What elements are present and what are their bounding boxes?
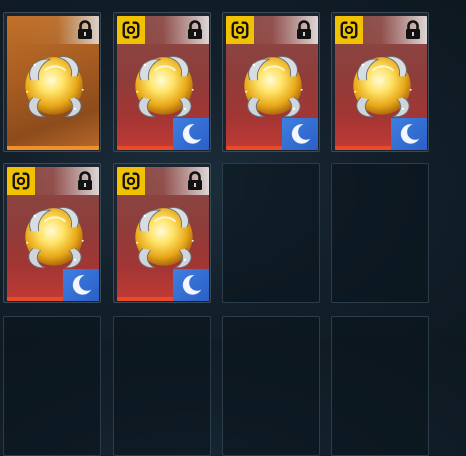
inventory-slot-item[interactable] (331, 12, 429, 152)
golden-orb-icon (15, 193, 93, 279)
golden-orb-icon (234, 42, 312, 128)
item-card[interactable] (226, 16, 318, 150)
crescent-moon-icon (63, 269, 99, 301)
rarity-token-icon (117, 16, 145, 44)
lock-icon[interactable] (402, 19, 424, 41)
crescent-moon-icon (391, 118, 427, 150)
inventory-slot-empty[interactable] (222, 316, 320, 456)
inventory-slot-item[interactable] (113, 163, 211, 303)
crescent-moon-icon (173, 269, 209, 301)
inventory-slot-empty[interactable] (331, 316, 429, 456)
inventory-slot-empty[interactable] (113, 316, 211, 456)
rarity-token-icon (117, 167, 145, 195)
inventory-slot-empty[interactable] (331, 163, 429, 303)
item-card[interactable] (7, 16, 99, 150)
inventory-slot-empty[interactable] (3, 316, 101, 456)
item-card[interactable] (117, 16, 209, 150)
golden-orb-icon (15, 42, 93, 128)
inventory-slot-item[interactable] (222, 12, 320, 152)
golden-orb-icon (125, 42, 203, 128)
item-card[interactable] (7, 167, 99, 301)
lock-icon[interactable] (74, 19, 96, 41)
rarity-token-icon (7, 167, 35, 195)
inventory-grid (0, 0, 466, 456)
golden-orb-icon (125, 193, 203, 279)
lock-icon[interactable] (74, 170, 96, 192)
rarity-token-icon (335, 16, 363, 44)
inventory-slot-empty[interactable] (222, 163, 320, 303)
golden-orb-icon (343, 42, 421, 128)
lock-icon[interactable] (293, 19, 315, 41)
lock-icon[interactable] (184, 170, 206, 192)
item-rarity-strip (7, 146, 99, 150)
lock-icon[interactable] (184, 19, 206, 41)
rarity-token-icon (226, 16, 254, 44)
crescent-moon-icon (282, 118, 318, 150)
inventory-slot-item[interactable] (3, 12, 101, 152)
inventory-slot-item[interactable] (3, 163, 101, 303)
item-card[interactable] (335, 16, 427, 150)
inventory-slot-item[interactable] (113, 12, 211, 152)
crescent-moon-icon (173, 118, 209, 150)
item-card[interactable] (117, 167, 209, 301)
